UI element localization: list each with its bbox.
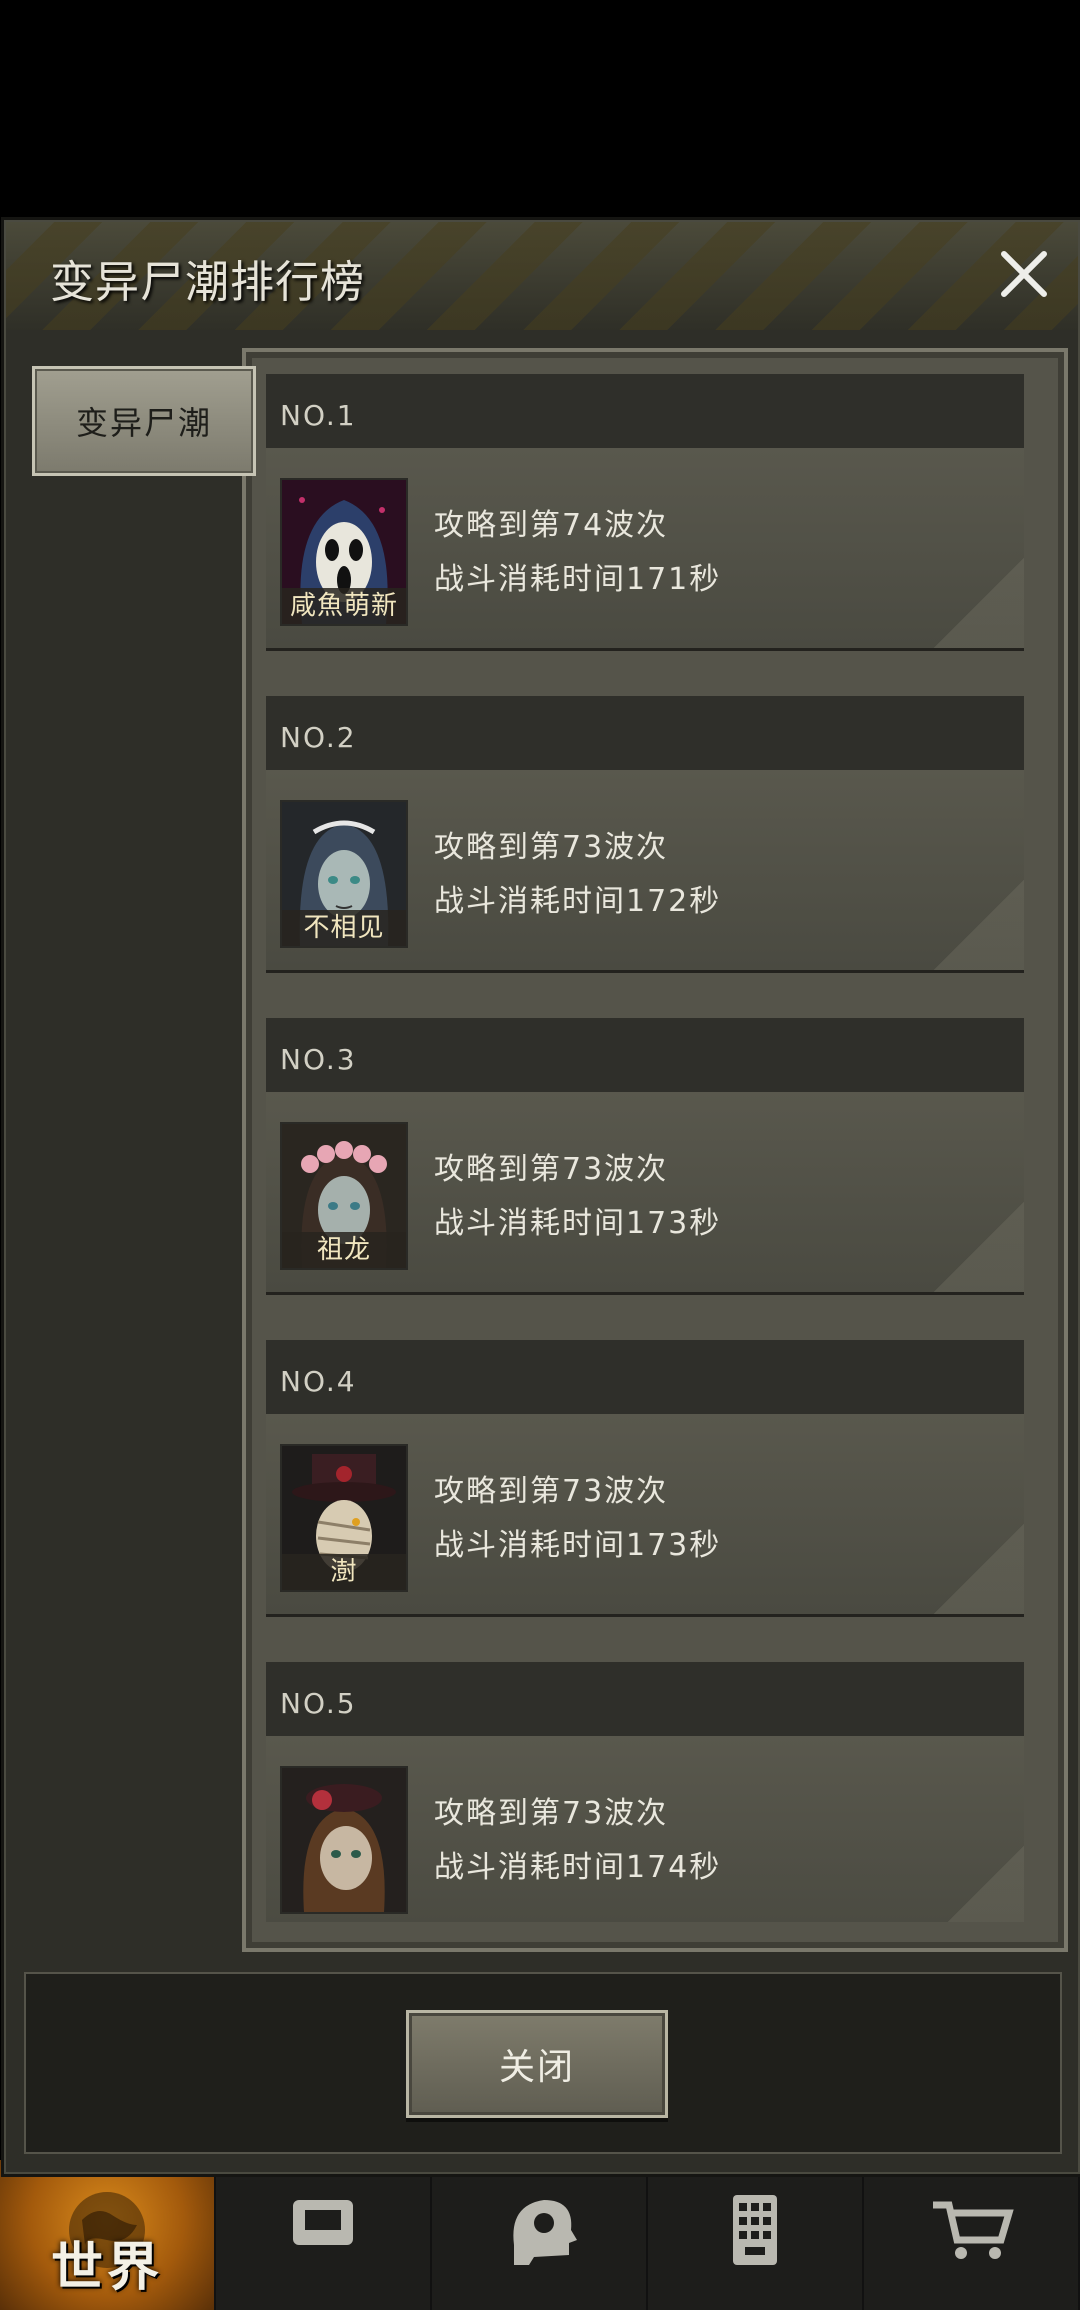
dialog-title: 变异尸潮排行榜 xyxy=(50,257,365,308)
rank-body: 澍 攻略到第73波次 战斗消耗时间173秒 xyxy=(266,1414,1024,1614)
wave-reached: 攻略到第73波次 xyxy=(434,1152,669,1187)
nav-building[interactable] xyxy=(648,2160,864,2310)
rank-row: NO.5 攻略到第73波次 战斗消耗时间174秒 xyxy=(266,1662,1024,1922)
battle-time: 战斗消耗时间173秒 xyxy=(434,1528,722,1563)
battle-time: 战斗消耗时间171秒 xyxy=(434,562,722,597)
rank-row: NO.3 祖龙 攻略到第73波次 战斗消耗时间173秒 xyxy=(266,1018,1024,1292)
player-avatar[interactable]: 咸魚萌新 xyxy=(280,478,408,626)
dialog-header: 变异尸潮排行榜 xyxy=(6,222,1078,330)
rose-hat-girl-avatar-icon xyxy=(282,1768,406,1912)
rank-row: NO.1 咸魚萌新 攻略到第74波次 战斗消耗时间171秒 xyxy=(266,374,1024,648)
rank-number: NO.4 xyxy=(266,1340,1024,1414)
building-icon xyxy=(733,2195,777,2265)
rank-body: 祖龙 攻略到第73波次 战斗消耗时间173秒 xyxy=(266,1092,1024,1292)
wave-reached: 攻略到第74波次 xyxy=(434,508,669,543)
player-name: 不相见 xyxy=(282,910,406,946)
cart-icon xyxy=(933,2201,1014,2259)
player-avatar[interactable]: 祖龙 xyxy=(280,1122,408,1270)
nav-world-label: 世界 xyxy=(50,2238,163,2298)
rank-body: 咸魚萌新 攻略到第74波次 战斗消耗时间171秒 xyxy=(266,448,1024,648)
rank-number: NO.3 xyxy=(266,1018,1024,1092)
rank-row: NO.2 不相见 攻略到第73波次 战斗消耗时间172秒 xyxy=(266,696,1024,970)
nav-shop[interactable] xyxy=(864,2160,1080,2310)
wave-reached: 攻略到第73波次 xyxy=(434,830,669,865)
head-gear-icon xyxy=(513,2200,577,2265)
nav-backpack[interactable] xyxy=(216,2160,432,2310)
battle-time: 战斗消耗时间172秒 xyxy=(434,884,722,919)
nav-skills[interactable] xyxy=(432,2160,648,2310)
player-name: 祖龙 xyxy=(282,1232,406,1268)
battle-time: 战斗消耗时间174秒 xyxy=(434,1850,722,1885)
bottom-nav: 世界 xyxy=(0,2160,1080,2310)
tab-mutant-horde[interactable]: 变异尸潮 xyxy=(32,366,256,476)
ranking-list-panel: NO.1 咸魚萌新 攻略到第74波次 战斗消耗时间171秒 NO.2 不相见 攻… xyxy=(242,348,1068,1952)
rank-row: NO.4 澍 攻略到第73波次 战斗消耗时间173秒 xyxy=(266,1340,1024,1614)
ranking-list[interactable]: NO.1 咸魚萌新 攻略到第74波次 战斗消耗时间171秒 NO.2 不相见 攻… xyxy=(260,374,1034,1922)
leaderboard-dialog: 变异尸潮排行榜 变异尸潮 NO.1 咸魚萌新 攻略到第74波次 战斗消耗时间17… xyxy=(4,220,1080,2174)
rank-number: NO.1 xyxy=(266,374,1024,448)
rank-number: NO.5 xyxy=(266,1662,1024,1736)
wave-reached: 攻略到第73波次 xyxy=(434,1796,669,1831)
battle-time: 战斗消耗时间173秒 xyxy=(434,1206,722,1241)
close-button[interactable]: 关闭 xyxy=(406,2010,668,2118)
player-avatar[interactable]: 不相见 xyxy=(280,800,408,948)
rank-number: NO.2 xyxy=(266,696,1024,770)
dialog-footer: 关闭 xyxy=(24,1972,1062,2154)
rank-body: 攻略到第73波次 战斗消耗时间174秒 xyxy=(266,1736,1024,1922)
wave-reached: 攻略到第73波次 xyxy=(434,1474,669,1509)
backpack-icon xyxy=(293,2200,353,2245)
close-icon[interactable] xyxy=(992,242,1056,306)
player-avatar[interactable]: 澍 xyxy=(280,1444,408,1592)
player-name: 澍 xyxy=(282,1554,406,1590)
nav-world[interactable]: 世界 xyxy=(0,2160,216,2310)
player-name: 咸魚萌新 xyxy=(282,588,406,624)
rank-body: 不相见 攻略到第73波次 战斗消耗时间172秒 xyxy=(266,770,1024,970)
player-avatar[interactable] xyxy=(280,1766,408,1914)
